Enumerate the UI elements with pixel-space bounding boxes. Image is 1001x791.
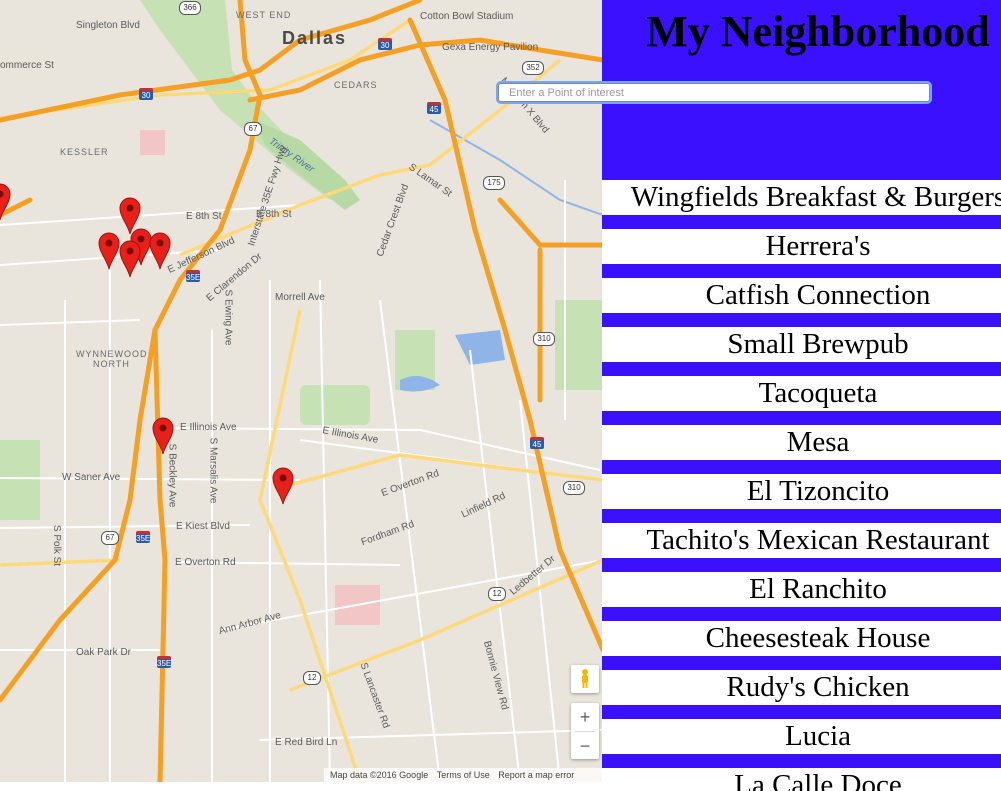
- place-list-item[interactable]: Tachito's Mexican Restaurant: [602, 523, 1001, 558]
- map-label: ommerce St: [0, 60, 54, 71]
- zoom-in-button[interactable]: +: [571, 703, 599, 731]
- place-list-item[interactable]: Mesa: [602, 425, 1001, 460]
- interstate-shield: 35E: [136, 531, 150, 543]
- place-name: Herrera's: [765, 230, 871, 262]
- place-list-item[interactable]: Tacoqueta: [602, 376, 1001, 411]
- page-title: My Neighborhood: [646, 7, 990, 56]
- place-list-item[interactable]: El Tizoncito: [602, 474, 1001, 509]
- map-label: E Overton Rd: [175, 557, 236, 568]
- place-list-item[interactable]: Catfish Connection: [602, 278, 1001, 313]
- place-name: La Calle Doce: [734, 769, 902, 791]
- map-label: Singleton Blvd: [76, 20, 140, 31]
- map-label: WYNNEWOOD: [76, 349, 148, 359]
- place-name: Mesa: [786, 426, 850, 458]
- place-name: Tacoqueta: [758, 377, 878, 409]
- place-name: El Ranchito: [749, 573, 887, 605]
- state-route-shield: 12: [303, 671, 321, 685]
- zoom-out-button[interactable]: −: [571, 732, 599, 760]
- map-label: WEST END: [236, 10, 292, 20]
- map-marker[interactable]: [119, 240, 141, 278]
- state-route-shield: 366: [179, 1, 201, 15]
- place-name: Cheesesteak House: [705, 622, 931, 654]
- interstate-shield: 45: [427, 102, 441, 114]
- us-route-shield: 67: [244, 122, 262, 136]
- map-label: KESSLER: [60, 147, 109, 157]
- map-marker[interactable]: [272, 467, 294, 505]
- street-view-pegman-button[interactable]: [571, 665, 599, 693]
- state-route-shield: 310: [533, 332, 555, 346]
- map-label: CEDARS: [334, 80, 378, 90]
- city-label: Dallas: [282, 28, 348, 48]
- state-route-shield: 352: [522, 61, 544, 75]
- map-label: W Saner Ave: [62, 472, 121, 483]
- report-error-link[interactable]: Report a map error: [498, 770, 574, 780]
- map-tiles: [0, 0, 603, 782]
- map-view[interactable]: Dallas WEST END Singleton Blvd ommerce S…: [0, 0, 603, 782]
- map-marker[interactable]: [152, 417, 174, 455]
- interstate-shield: 35E: [186, 270, 200, 282]
- interstate-shield: 30: [139, 88, 153, 100]
- place-name: Wingfields Breakfast & Burgers: [630, 181, 1001, 213]
- us-route-shield: 67: [101, 531, 119, 545]
- map-marker[interactable]: [0, 183, 11, 221]
- place-list-item[interactable]: Wingfields Breakfast & Burgers: [602, 180, 1001, 215]
- map-data-credit: Map data ©2016 Google: [330, 770, 429, 780]
- map-label: S Ewing Ave: [222, 289, 234, 346]
- poi-search-input[interactable]: [498, 83, 930, 102]
- map-label: Gexa Energy Pavilion: [442, 42, 539, 53]
- map-attribution: Map data ©2016 Google Terms of Use Repor…: [324, 768, 603, 782]
- place-list-item[interactable]: La Calle Doce: [602, 768, 1001, 791]
- place-name: Lucia: [784, 720, 851, 752]
- place-list-item[interactable]: Cheesesteak House: [602, 621, 1001, 656]
- interstate-shield: 30: [378, 38, 392, 50]
- terms-link[interactable]: Terms of Use: [437, 770, 490, 780]
- map-label: S Marsalis Ave: [207, 437, 219, 504]
- place-name: El Tizoncito: [746, 475, 890, 507]
- place-list-item[interactable]: Lucia: [602, 719, 1001, 754]
- map-label: E Red Bird Ln: [275, 737, 338, 748]
- state-route-shield: 310: [563, 481, 585, 495]
- sidebar: My Neighborhood Wingfields Breakfast & B…: [602, 0, 1001, 791]
- interstate-shield: 35E: [157, 656, 171, 668]
- map-marker[interactable]: [149, 232, 171, 270]
- map-label: Morrell Ave: [275, 292, 325, 303]
- map-label: S Polk St: [51, 524, 63, 567]
- place-list-item[interactable]: Herrera's: [602, 229, 1001, 264]
- state-route-shield: 12: [488, 587, 506, 601]
- map-label: Cotton Bowl Stadium: [420, 11, 514, 22]
- place-name: Tachito's Mexican Restaurant: [646, 524, 990, 556]
- map-label: Oak Park Dr: [76, 647, 132, 658]
- place-list-item[interactable]: Rudy's Chicken: [602, 670, 1001, 705]
- map-label: E Illinois Ave: [180, 422, 237, 433]
- pegman-icon: [582, 669, 588, 688]
- place-name: Rudy's Chicken: [726, 671, 910, 703]
- interstate-shield: 45: [530, 437, 544, 449]
- map-label: E Kiest Blvd: [176, 521, 230, 532]
- map-marker[interactable]: [98, 232, 120, 270]
- us-route-shield: 175: [483, 176, 505, 190]
- map-label: E 8th St: [186, 211, 222, 222]
- place-list-item[interactable]: El Ranchito: [602, 572, 1001, 607]
- place-list-item[interactable]: Small Brewpub: [602, 327, 1001, 362]
- place-name: Catfish Connection: [705, 279, 931, 311]
- map-label: NORTH: [93, 359, 130, 369]
- place-name: Small Brewpub: [727, 328, 909, 360]
- zoom-control: + −: [571, 703, 599, 759]
